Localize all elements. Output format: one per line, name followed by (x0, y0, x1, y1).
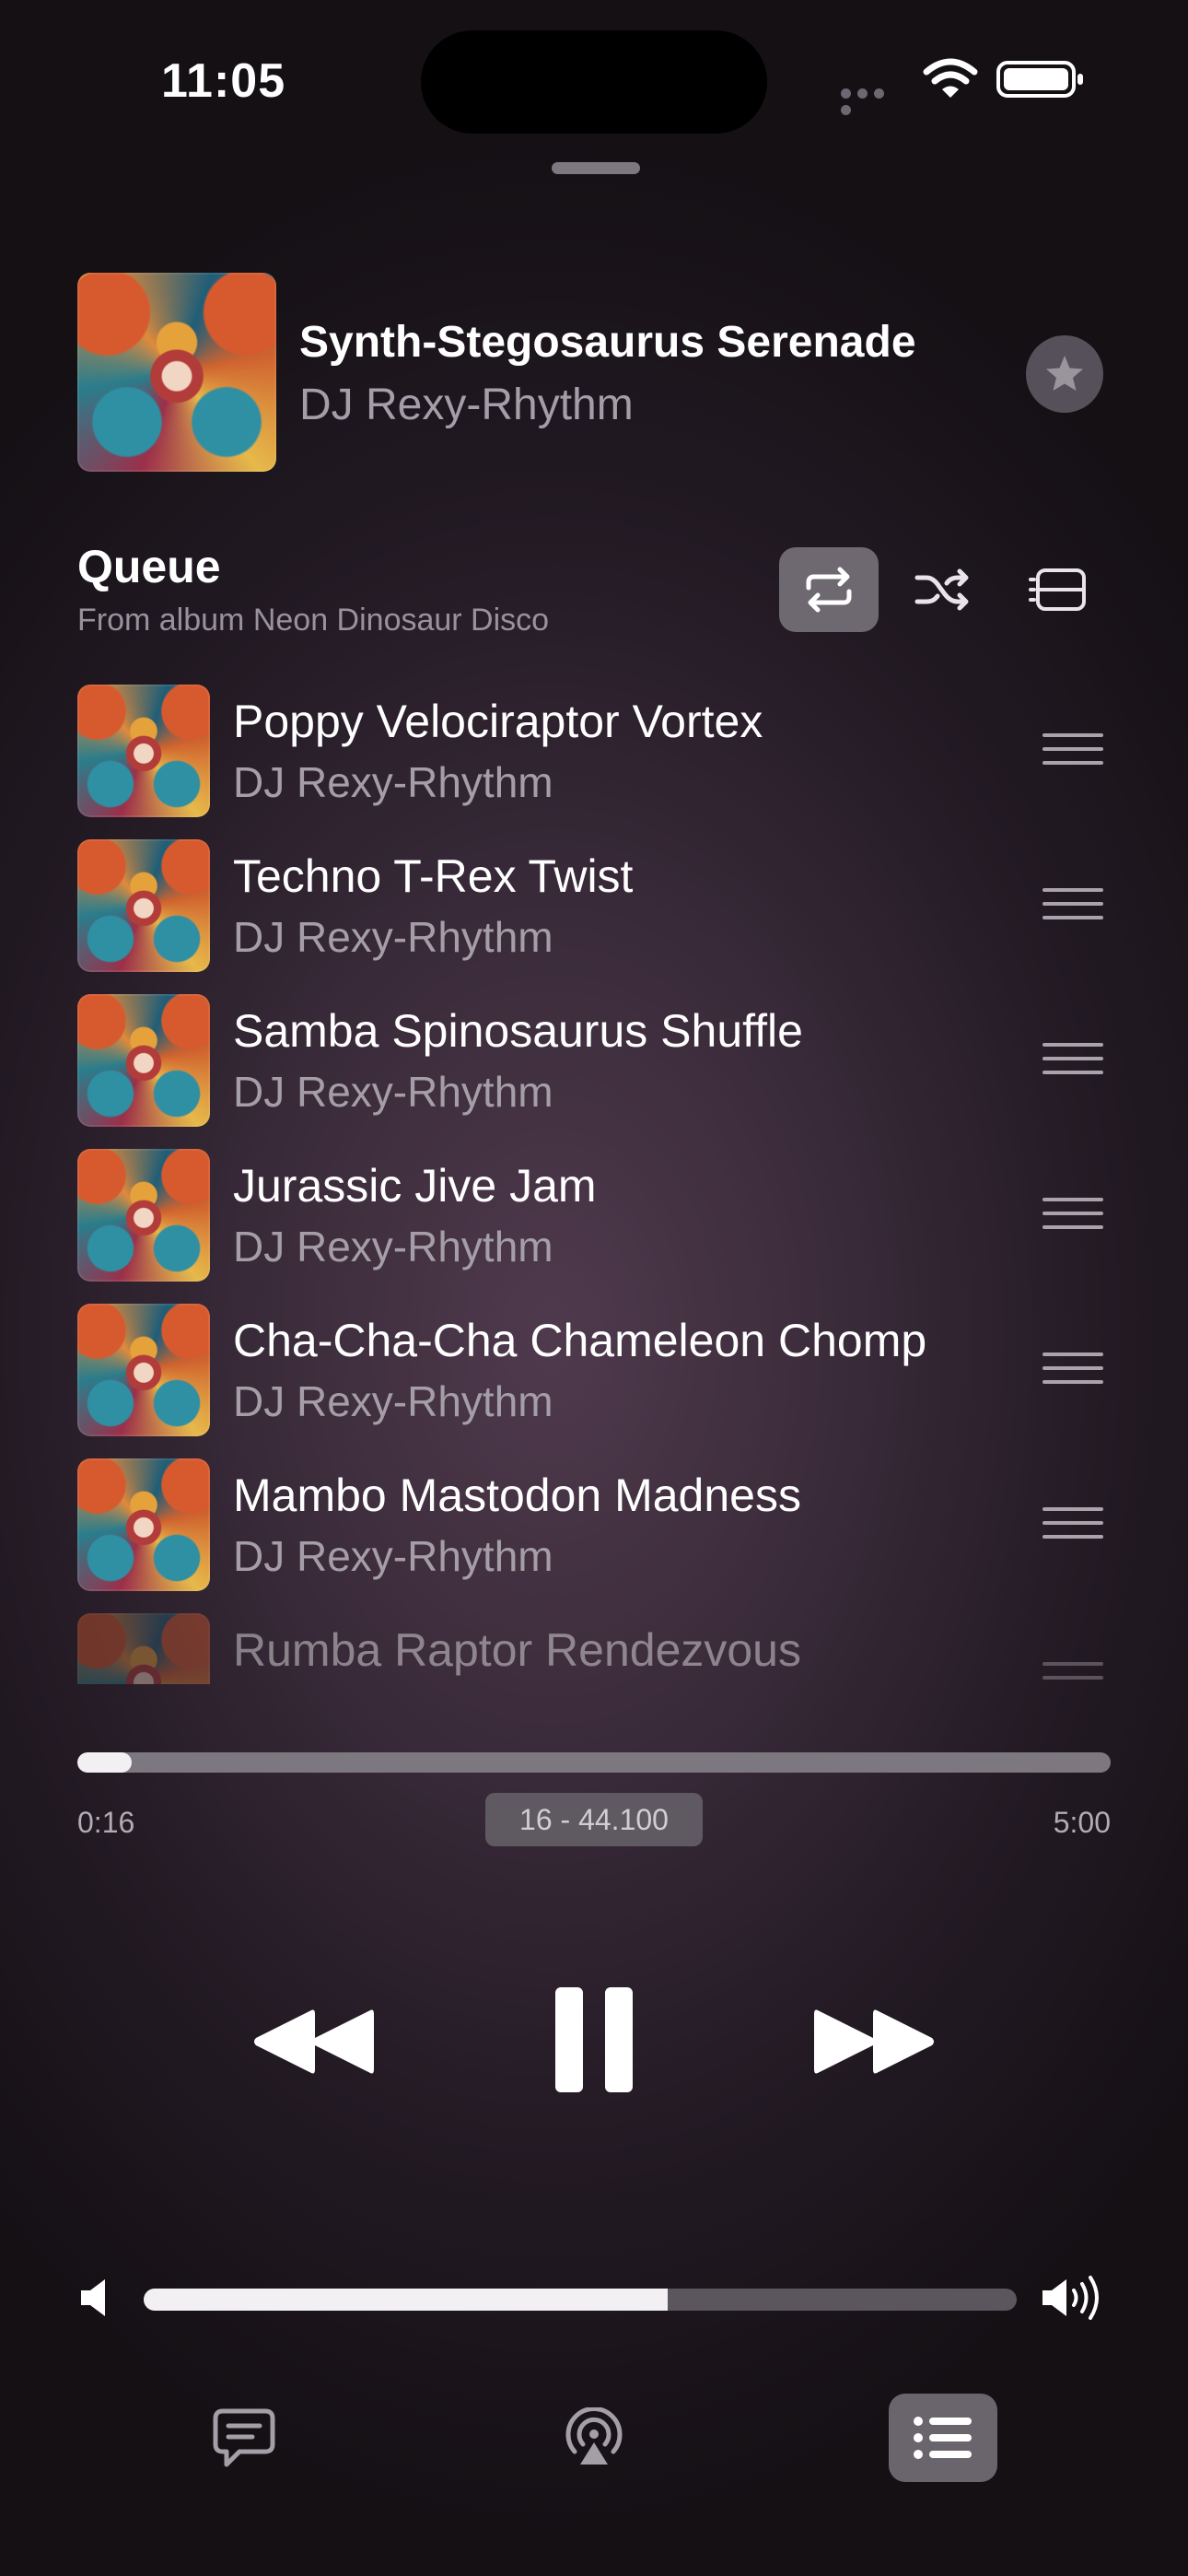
cellular-signal-icon (841, 87, 905, 115)
queue-list-icon (914, 2417, 972, 2459)
queue-subtitle: From album Neon Dinosaur Disco (77, 603, 550, 638)
infinity-queue-icon (1029, 568, 1086, 611)
reorder-handle-icon[interactable] (1042, 1352, 1103, 1386)
audio-format-badge[interactable]: 16 - 44.100 (485, 1793, 703, 1846)
rewind-icon (254, 2009, 374, 2074)
track-artist: DJ Rexy-Rhythm (233, 1068, 553, 1116)
queue-item[interactable]: Rumba Raptor Rendezvous (77, 1609, 1118, 1684)
pause-button[interactable] (543, 1983, 645, 2097)
track-artwork (77, 1613, 210, 1684)
reorder-handle-icon[interactable] (1042, 888, 1103, 921)
track-artist: DJ Rexy-Rhythm (233, 1532, 553, 1580)
track-artwork (77, 994, 210, 1127)
dynamic-island (421, 30, 767, 134)
progress-scrubber[interactable] (77, 1752, 1111, 1773)
now-playing-title: Synth-Stegosaurus Serenade (299, 318, 916, 367)
repeat-button[interactable] (779, 547, 879, 632)
volume-fill (144, 2289, 668, 2311)
now-playing-artist[interactable]: DJ Rexy-Rhythm (299, 380, 634, 430)
track-title: Jurassic Jive Jam (233, 1160, 597, 1212)
wifi-icon (923, 58, 978, 98)
reorder-handle-icon[interactable] (1042, 1198, 1103, 1231)
track-title: Rumba Raptor Rendezvous (233, 1624, 801, 1676)
track-artwork (77, 839, 210, 972)
reorder-handle-icon[interactable] (1042, 733, 1103, 767)
elapsed-time: 0:16 (77, 1806, 135, 1839)
reorder-handle-icon[interactable] (1042, 1662, 1103, 1684)
lyrics-bubble-icon (213, 2408, 275, 2467)
track-artwork (77, 685, 210, 817)
queue-item[interactable]: Poppy Velociraptor Vortex DJ Rexy-Rhythm (77, 680, 1118, 817)
track-artist: DJ Rexy-Rhythm (233, 913, 553, 961)
track-artwork (77, 1458, 210, 1591)
favorite-button[interactable] (1026, 335, 1103, 413)
queue-list[interactable]: Poppy Velociraptor Vortex DJ Rexy-Rhythm… (0, 680, 1188, 1684)
track-title: Samba Spinosaurus Shuffle (233, 1005, 803, 1057)
queue-item[interactable]: Cha-Cha-Cha Chameleon Chomp DJ Rexy-Rhyt… (77, 1299, 1118, 1436)
autoplay-button[interactable] (1009, 547, 1109, 632)
repeat-icon (806, 567, 852, 613)
fast-forward-button[interactable] (809, 1996, 941, 2088)
queue-toggle-button[interactable] (889, 2394, 997, 2482)
battery-icon (996, 61, 1083, 98)
track-artist: DJ Rexy-Rhythm (233, 1223, 553, 1270)
volume-low-icon (81, 2279, 105, 2316)
track-title: Poppy Velociraptor Vortex (233, 696, 763, 747)
reorder-handle-icon[interactable] (1042, 1043, 1103, 1076)
queue-item[interactable]: Mambo Mastodon Madness DJ Rexy-Rhythm (77, 1454, 1118, 1591)
queue-item[interactable]: Jurassic Jive Jam DJ Rexy-Rhythm (77, 1144, 1118, 1282)
shuffle-button[interactable] (892, 547, 992, 632)
queue-item[interactable]: Samba Spinosaurus Shuffle DJ Rexy-Rhythm (77, 989, 1118, 1127)
track-artwork (77, 1149, 210, 1282)
shuffle-icon (914, 568, 969, 611)
track-title: Cha-Cha-Cha Chameleon Chomp (233, 1315, 927, 1366)
airplay-icon (565, 2407, 623, 2465)
star-icon (1046, 356, 1083, 391)
remaining-time: 5:00 (1053, 1806, 1111, 1839)
track-title: Mambo Mastodon Madness (233, 1469, 801, 1521)
now-playing-artwork (77, 273, 276, 472)
track-artist: DJ Rexy-Rhythm (233, 758, 553, 806)
fast-forward-icon (814, 2009, 934, 2074)
sheet-grabber[interactable] (552, 162, 640, 174)
reorder-handle-icon[interactable] (1042, 1507, 1103, 1540)
queue-title: Queue (77, 541, 221, 592)
track-title: Techno T-Rex Twist (233, 850, 634, 902)
track-artwork (77, 1304, 210, 1436)
rewind-button[interactable] (247, 1996, 379, 2088)
queue-item[interactable]: Techno T-Rex Twist DJ Rexy-Rhythm (77, 835, 1118, 972)
volume-slider[interactable] (144, 2289, 1017, 2311)
volume-high-icon (1042, 2276, 1099, 2320)
status-time: 11:05 (161, 54, 286, 108)
lyrics-button[interactable] (190, 2394, 298, 2482)
progress-fill (77, 1752, 133, 1773)
pause-icon (555, 1987, 633, 2092)
track-artist: DJ Rexy-Rhythm (233, 1377, 553, 1425)
airplay-button[interactable] (540, 2394, 648, 2482)
